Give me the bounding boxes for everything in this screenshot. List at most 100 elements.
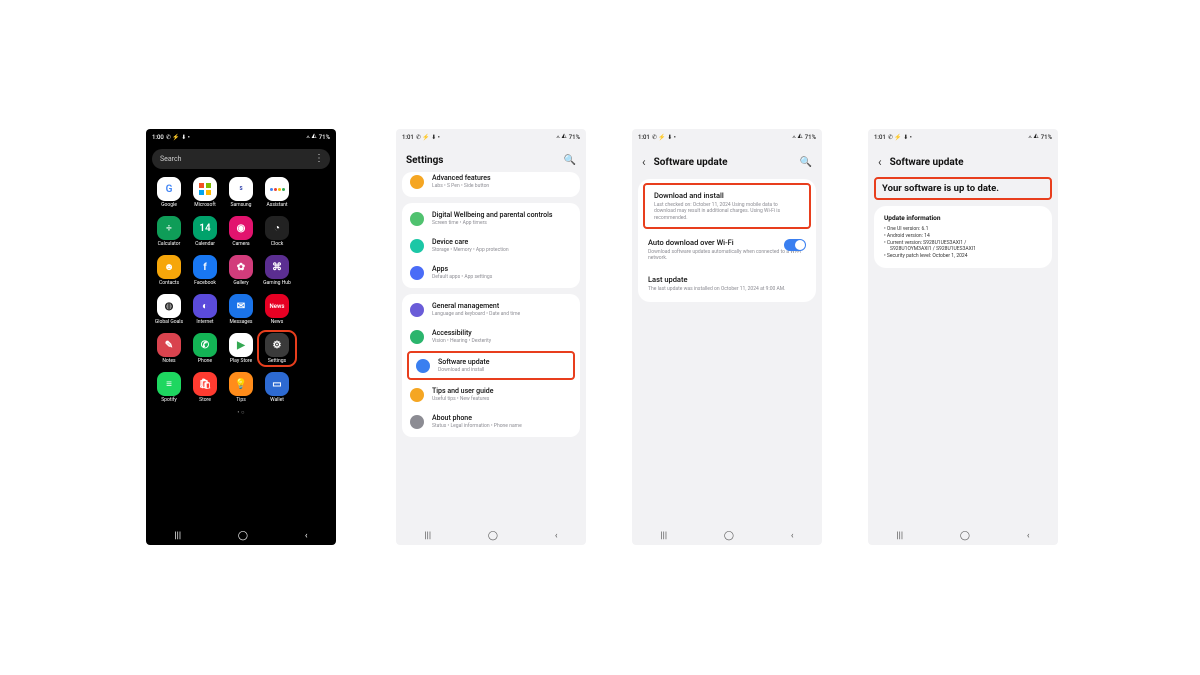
google-icon: G (157, 177, 181, 201)
status-battery: 71% (1041, 134, 1052, 141)
update-row-title: Download and install (654, 191, 800, 200)
app-google[interactable]: GGoogle (152, 177, 186, 208)
update-row-last-update[interactable]: Last updateThe last update was installed… (638, 268, 816, 299)
status-right-icons: ⟑ ◭ (556, 133, 567, 141)
app-label: Spotify (161, 398, 177, 403)
up-to-date-banner: Your software is up to date. (874, 177, 1052, 200)
app-calculator[interactable]: ÷Calculator (152, 216, 186, 247)
assistant-icon (265, 177, 289, 201)
status-left-icons: ✆ ⚡ ⬇ • (166, 134, 190, 141)
update-row-title: Auto download over Wi-Fi (648, 238, 806, 247)
back-icon[interactable]: ‹ (642, 155, 646, 169)
update-row-auto-download-over-wi-fi[interactable]: Auto download over Wi-FiDownload softwar… (638, 231, 816, 269)
news-icon: News (265, 294, 289, 318)
auto-download-toggle[interactable] (784, 239, 806, 251)
nav-recents[interactable]: ||| (174, 531, 181, 541)
app-wallet[interactable]: ▭Wallet (260, 372, 294, 403)
status-left-icons: ✆ ⚡ ⬇ • (416, 134, 440, 141)
status-left-icons: ✆ ⚡ ⬇ • (652, 134, 676, 141)
notes-icon: ✎ (157, 333, 181, 357)
status-time: 1:01 (874, 134, 886, 141)
app-label: Tips (236, 398, 246, 403)
app-store[interactable]: 🛍Store (188, 372, 222, 403)
app-label: Gallery (233, 281, 248, 286)
microsoft-icon (193, 177, 217, 201)
nav-back[interactable]: ‹ (1027, 531, 1030, 541)
settings-row-advanced[interactable]: Advanced featuresLabs • S Pen • Side but… (402, 172, 580, 195)
nav-home[interactable]: ◯ (238, 531, 248, 541)
settings-row-tips-and-user-guide[interactable]: Tips and user guideUseful tips • New fea… (402, 381, 580, 408)
app-messages[interactable]: ✉Messages (224, 294, 258, 325)
app-label: Gaming Hub (263, 281, 291, 286)
status-right-icons: ⟑ ◭ (1028, 133, 1039, 141)
global-goals-icon: ◍ (157, 294, 181, 318)
settings-row-title: About phone (432, 414, 522, 422)
nav-home[interactable]: ◯ (724, 531, 734, 541)
nav-recents[interactable]: ||| (424, 531, 431, 541)
app-label: Internet (196, 320, 213, 325)
search-input[interactable]: Search ⋮ (152, 149, 330, 169)
app-label: Wallet (270, 398, 284, 403)
app-gallery[interactable]: ✿ Gallery (224, 255, 258, 286)
status-time: 1:00 (152, 134, 164, 141)
app-notes[interactable]: ✎Notes (152, 333, 186, 364)
gallery-icon: ✿ (229, 255, 253, 279)
app-news[interactable]: NewsNews (260, 294, 294, 325)
app-gaming-hub[interactable]: ⌘ Gaming Hub (260, 255, 294, 286)
app-internet[interactable]: ◐Internet (188, 294, 222, 325)
info-line: S928U1OYM3AXI1 / S928U1UES3AXI1 (884, 246, 1042, 253)
search-placeholder: Search (160, 155, 182, 163)
settings-row-title: Accessibility (432, 329, 491, 337)
settings-row-software-update[interactable]: Software updateDownload and install (407, 351, 575, 380)
app-microsoft[interactable]: Microsoft (188, 177, 222, 208)
nav-home[interactable]: ◯ (960, 531, 970, 541)
info-line: • One UI version: 6.1 (884, 226, 1042, 233)
app-global-goals[interactable]: ◍Global Goals (152, 294, 186, 325)
status-right-icons: ⟑ ◭ (792, 133, 803, 141)
settings-row-accessibility[interactable]: AccessibilityVision • Hearing • Dexterit… (402, 323, 580, 350)
app-spotify[interactable]: ≡Spotify (152, 372, 186, 403)
settings-row-subtitle: Language and keyboard • Date and time (432, 311, 520, 317)
app-camera[interactable]: ◉Camera (224, 216, 258, 247)
nav-back[interactable]: ‹ (791, 531, 794, 541)
search-icon[interactable]: 🔍 (800, 157, 812, 168)
nav-home[interactable]: ◯ (488, 531, 498, 541)
nav-back[interactable]: ‹ (555, 531, 558, 541)
settings-row-general-management[interactable]: General managementLanguage and keyboard … (402, 296, 580, 323)
settings-row-about-phone[interactable]: About phoneStatus • Legal information • … (402, 408, 580, 435)
nav-recents[interactable]: ||| (660, 531, 667, 541)
app-phone[interactable]: ✆Phone (188, 333, 222, 364)
back-icon[interactable]: ‹ (878, 155, 882, 169)
camera-icon: ◉ (229, 216, 253, 240)
search-icon[interactable]: 🔍 (564, 155, 576, 166)
app-tips[interactable]: 💡Tips (224, 372, 258, 403)
kebab-icon[interactable]: ⋮ (314, 153, 324, 164)
settings-row-icon (416, 359, 430, 373)
app-assistant[interactable]: Assistant (260, 177, 294, 208)
app-calendar[interactable]: 14Calendar (188, 216, 222, 247)
status-time: 1:01 (402, 134, 414, 141)
play-store-icon: ▶ (229, 333, 253, 357)
app-facebook[interactable]: fFacebook (188, 255, 222, 286)
app-samsung[interactable]: SSamsung (224, 177, 258, 208)
samsung-icon: S (229, 177, 253, 201)
phone-software-update: 1:01✆ ⚡ ⬇ • ⟑ ◭71% ‹ Software update 🔍 D… (632, 129, 822, 545)
update-row-download-and-install[interactable]: Download and installLast checked on: Oct… (643, 183, 811, 229)
app-clock[interactable]: ◔Clock (260, 216, 294, 247)
status-bar: 1:01✆ ⚡ ⬇ • ⟑ ◭71% (868, 129, 1058, 145)
app-label: Settings (268, 359, 286, 364)
settings-row-subtitle: Screen time • App timers (432, 220, 553, 226)
status-time: 1:01 (638, 134, 650, 141)
app-settings[interactable]: ⚙Settings (260, 333, 294, 364)
nav-back[interactable]: ‹ (305, 531, 308, 541)
settings-row-digital-wellbeing-and-parental-controls[interactable]: Digital Wellbeing and parental controlsS… (402, 205, 580, 232)
settings-row-device-care[interactable]: Device careStorage • Memory • App protec… (402, 232, 580, 259)
app-play-store[interactable]: ▶Play Store (224, 333, 258, 364)
gaming-hub-icon: ⌘ (265, 255, 289, 279)
app-contacts[interactable]: ☻Contacts (152, 255, 186, 286)
settings-row-apps[interactable]: AppsDefault apps • App settings (402, 259, 580, 286)
nav-recents[interactable]: ||| (896, 531, 903, 541)
phone-settings: 1:01✆ ⚡ ⬇ • ⟑ ◭71% Settings 🔍 Advanced f… (396, 129, 586, 545)
page-title: Settings (406, 155, 556, 166)
status-right-icons: ⟑ ◭ (306, 133, 317, 141)
